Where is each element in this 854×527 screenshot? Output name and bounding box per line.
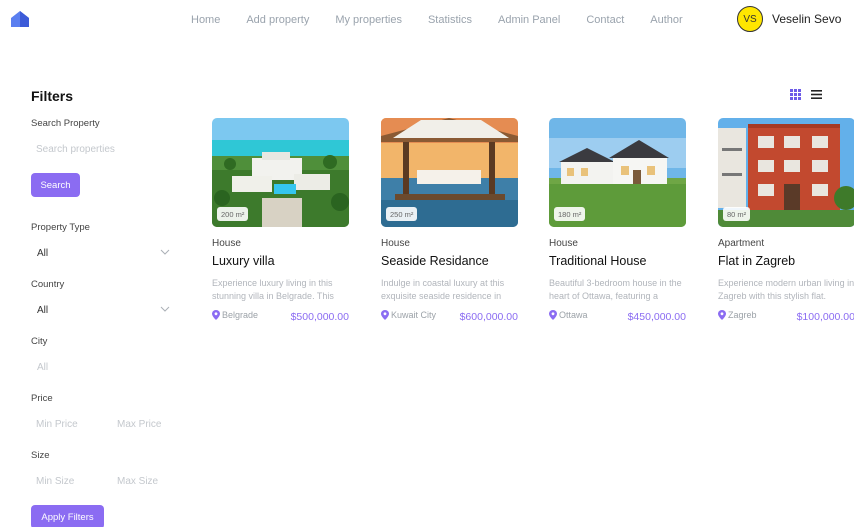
location-text: Kuwait City <box>391 310 437 320</box>
property-price: $100,000.00 <box>796 311 854 323</box>
property-description: Beautiful 3-bedroom house in the heart o… <box>549 278 682 301</box>
chevron-down-icon <box>160 249 170 255</box>
nav-author[interactable]: Author <box>650 14 682 26</box>
property-type: House <box>381 238 410 249</box>
navbar: Home Add property My properties Statisti… <box>0 0 854 40</box>
avatar[interactable]: VS <box>737 6 763 32</box>
property-type-select[interactable]: All <box>37 248 48 259</box>
property-title[interactable]: Seaside Residance <box>381 254 489 268</box>
property-description: Indulge in coastal luxury at this exquis… <box>381 278 505 301</box>
location-text: Zagreb <box>728 310 757 320</box>
nav-add-property[interactable]: Add property <box>246 14 309 26</box>
property-description: Experience modern urban living in Zagreb… <box>718 278 854 301</box>
nav-home[interactable]: Home <box>191 14 220 26</box>
property-card[interactable]: 180 m² House Traditional House Beautiful… <box>549 118 686 328</box>
user-menu[interactable]: VS Veselin Sevo <box>737 6 841 32</box>
property-price: $500,000.00 <box>290 311 349 323</box>
property-price: $450,000.00 <box>627 311 686 323</box>
nav-links: Home Add property My properties Statisti… <box>178 0 696 40</box>
property-type-label: Property Type <box>31 222 90 233</box>
property-image[interactable]: 250 m² <box>381 118 518 227</box>
search-button[interactable]: Search <box>31 173 80 197</box>
max-price-input[interactable]: Max Price <box>117 419 161 430</box>
property-image[interactable]: 80 m² <box>718 118 854 227</box>
apply-filters-button[interactable]: Apply Filters <box>31 505 104 527</box>
property-card[interactable]: 200 m² House Luxury villa Experience lux… <box>212 118 349 328</box>
max-size-input[interactable]: Max Size <box>117 476 158 487</box>
chevron-down-icon <box>160 306 170 312</box>
property-location: Ottawa <box>549 310 588 320</box>
property-image[interactable]: 200 m² <box>212 118 349 227</box>
property-description: Experience luxury living in this stunnin… <box>212 278 334 301</box>
size-badge: 250 m² <box>386 207 418 221</box>
min-price-input[interactable]: Min Price <box>36 419 78 430</box>
property-location: Zagreb <box>718 310 757 320</box>
nav-admin-panel[interactable]: Admin Panel <box>498 14 560 26</box>
property-image[interactable]: 180 m² <box>549 118 686 227</box>
user-name[interactable]: Veselin Sevo <box>772 12 841 26</box>
property-type: House <box>212 238 241 249</box>
nav-contact[interactable]: Contact <box>586 14 624 26</box>
search-label: Search Property <box>31 118 100 129</box>
property-type: House <box>549 238 578 249</box>
location-pin-icon <box>549 310 557 320</box>
price-label: Price <box>31 393 53 404</box>
property-title[interactable]: Traditional House <box>549 254 647 268</box>
property-location: Kuwait City <box>381 310 436 320</box>
min-size-input[interactable]: Min Size <box>36 476 74 487</box>
list-view-icon[interactable] <box>811 90 822 99</box>
size-badge: 80 m² <box>723 207 751 221</box>
filters-title: Filters <box>31 88 74 104</box>
city-label: City <box>31 336 48 347</box>
home-logo-icon[interactable] <box>10 10 30 28</box>
property-title[interactable]: Luxury villa <box>212 254 275 268</box>
size-label: Size <box>31 450 50 461</box>
location-text: Ottawa <box>559 310 588 320</box>
property-location: Belgrade <box>212 310 258 320</box>
location-text: Belgrade <box>222 310 259 320</box>
country-label: Country <box>31 279 65 290</box>
grid-view-icon[interactable] <box>790 89 801 100</box>
size-badge: 180 m² <box>554 207 586 221</box>
search-input[interactable]: Search properties <box>36 144 115 155</box>
property-price: $600,000.00 <box>459 311 518 323</box>
location-pin-icon <box>718 310 726 320</box>
nav-my-properties[interactable]: My properties <box>335 14 402 26</box>
property-card[interactable]: 250 m² House Seaside Residance Indulge i… <box>381 118 518 328</box>
property-title[interactable]: Flat in Zagreb <box>718 254 795 268</box>
location-pin-icon <box>381 310 389 320</box>
property-card[interactable]: 80 m² Apartment Flat in Zagreb Experienc… <box>718 118 854 328</box>
size-badge: 200 m² <box>217 207 249 221</box>
location-pin-icon <box>212 310 220 320</box>
nav-statistics[interactable]: Statistics <box>428 14 472 26</box>
country-select[interactable]: All <box>37 305 48 316</box>
property-type: Apartment <box>718 238 765 249</box>
city-input[interactable]: All <box>37 362 48 373</box>
